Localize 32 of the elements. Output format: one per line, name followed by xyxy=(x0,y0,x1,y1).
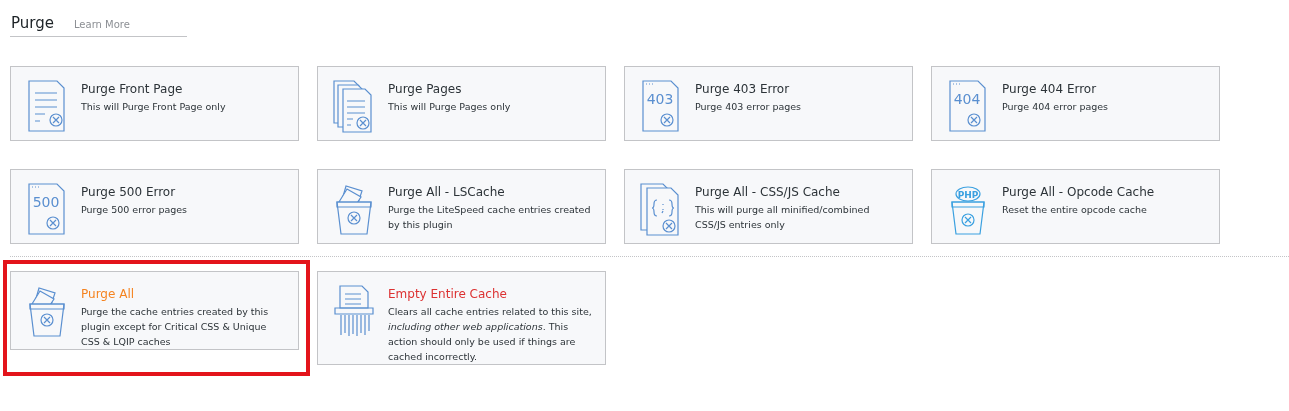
card-description: This will purge all minified/combined CSS/JS entries only xyxy=(695,203,871,232)
card-description: Reset the entire opcode cache xyxy=(1002,203,1148,217)
card-description: This will Purge Front Page only xyxy=(81,100,226,114)
card-title: Purge 500 Error xyxy=(81,185,177,199)
purge-card[interactable]: 404 Purge 404 Error Purge 404 error pages xyxy=(931,66,1220,141)
purge-card[interactable]: Purge All - LSCache Purge the LiteSpeed cache entries created by this plugin xyxy=(317,169,606,244)
card-title: Empty Entire Cache xyxy=(388,287,508,301)
purge-card[interactable]: Empty Entire Cache Clears all cache entries related to this site, including other web applications. This action should only be used if things are cached incorrectly. xyxy=(317,271,606,365)
section-title: Purge xyxy=(11,14,54,32)
card-description: Purge 403 error pages xyxy=(695,100,802,114)
card-title: Purge All xyxy=(81,287,136,301)
purge-card[interactable]: 403 Purge 403 Error Purge 403 error pages xyxy=(624,66,913,141)
card-title: Purge 403 Error xyxy=(695,82,791,96)
purge-card[interactable]: Purge Front Page This will Purge Front Page only xyxy=(10,66,299,141)
purge-card[interactable]: Purge All - CSS/JS Cache This will purge all minified/combined CSS/JS entries only xyxy=(624,169,913,244)
card-description: Purge 500 error pages xyxy=(81,203,188,217)
card-title: Purge All - LSCache xyxy=(388,185,506,199)
card-description: Purge the LiteSpeed cache entries created by this plugin xyxy=(388,203,592,232)
purge-card[interactable]: 500 Purge 500 Error Purge 500 error pages xyxy=(10,169,299,244)
card-description: Purge the cache entries created by this plugin except for Critical CSS & Unique CSS & LQIP caches xyxy=(81,305,270,349)
card-description: Clears all cache entries related to this site, including other web applications. This action should only be used if things are cached incorrectly. xyxy=(388,305,593,364)
card-title: Purge 404 Error xyxy=(1002,82,1098,96)
card-title: Purge Front Page xyxy=(81,82,184,96)
card-title: Purge All - CSS/JS Cache xyxy=(695,185,841,199)
card-description: This will Purge Pages only xyxy=(388,100,511,114)
card-title: Purge All - Opcode Cache xyxy=(1002,185,1155,199)
purge-card[interactable]: Purge All Purge the cache entries created by this plugin except for Critical CSS & Unique CSS & LQIP caches xyxy=(10,271,299,350)
shredder-icon xyxy=(332,284,376,338)
card-description: Purge 404 error pages xyxy=(1002,100,1109,114)
purge-card[interactable]: Purge Pages This will Purge Pages only xyxy=(317,66,606,141)
card-title: Purge Pages xyxy=(388,82,463,96)
purge-card[interactable]: PHP Purge All - Opcode Cache Reset the entire opcode cache xyxy=(931,169,1220,244)
